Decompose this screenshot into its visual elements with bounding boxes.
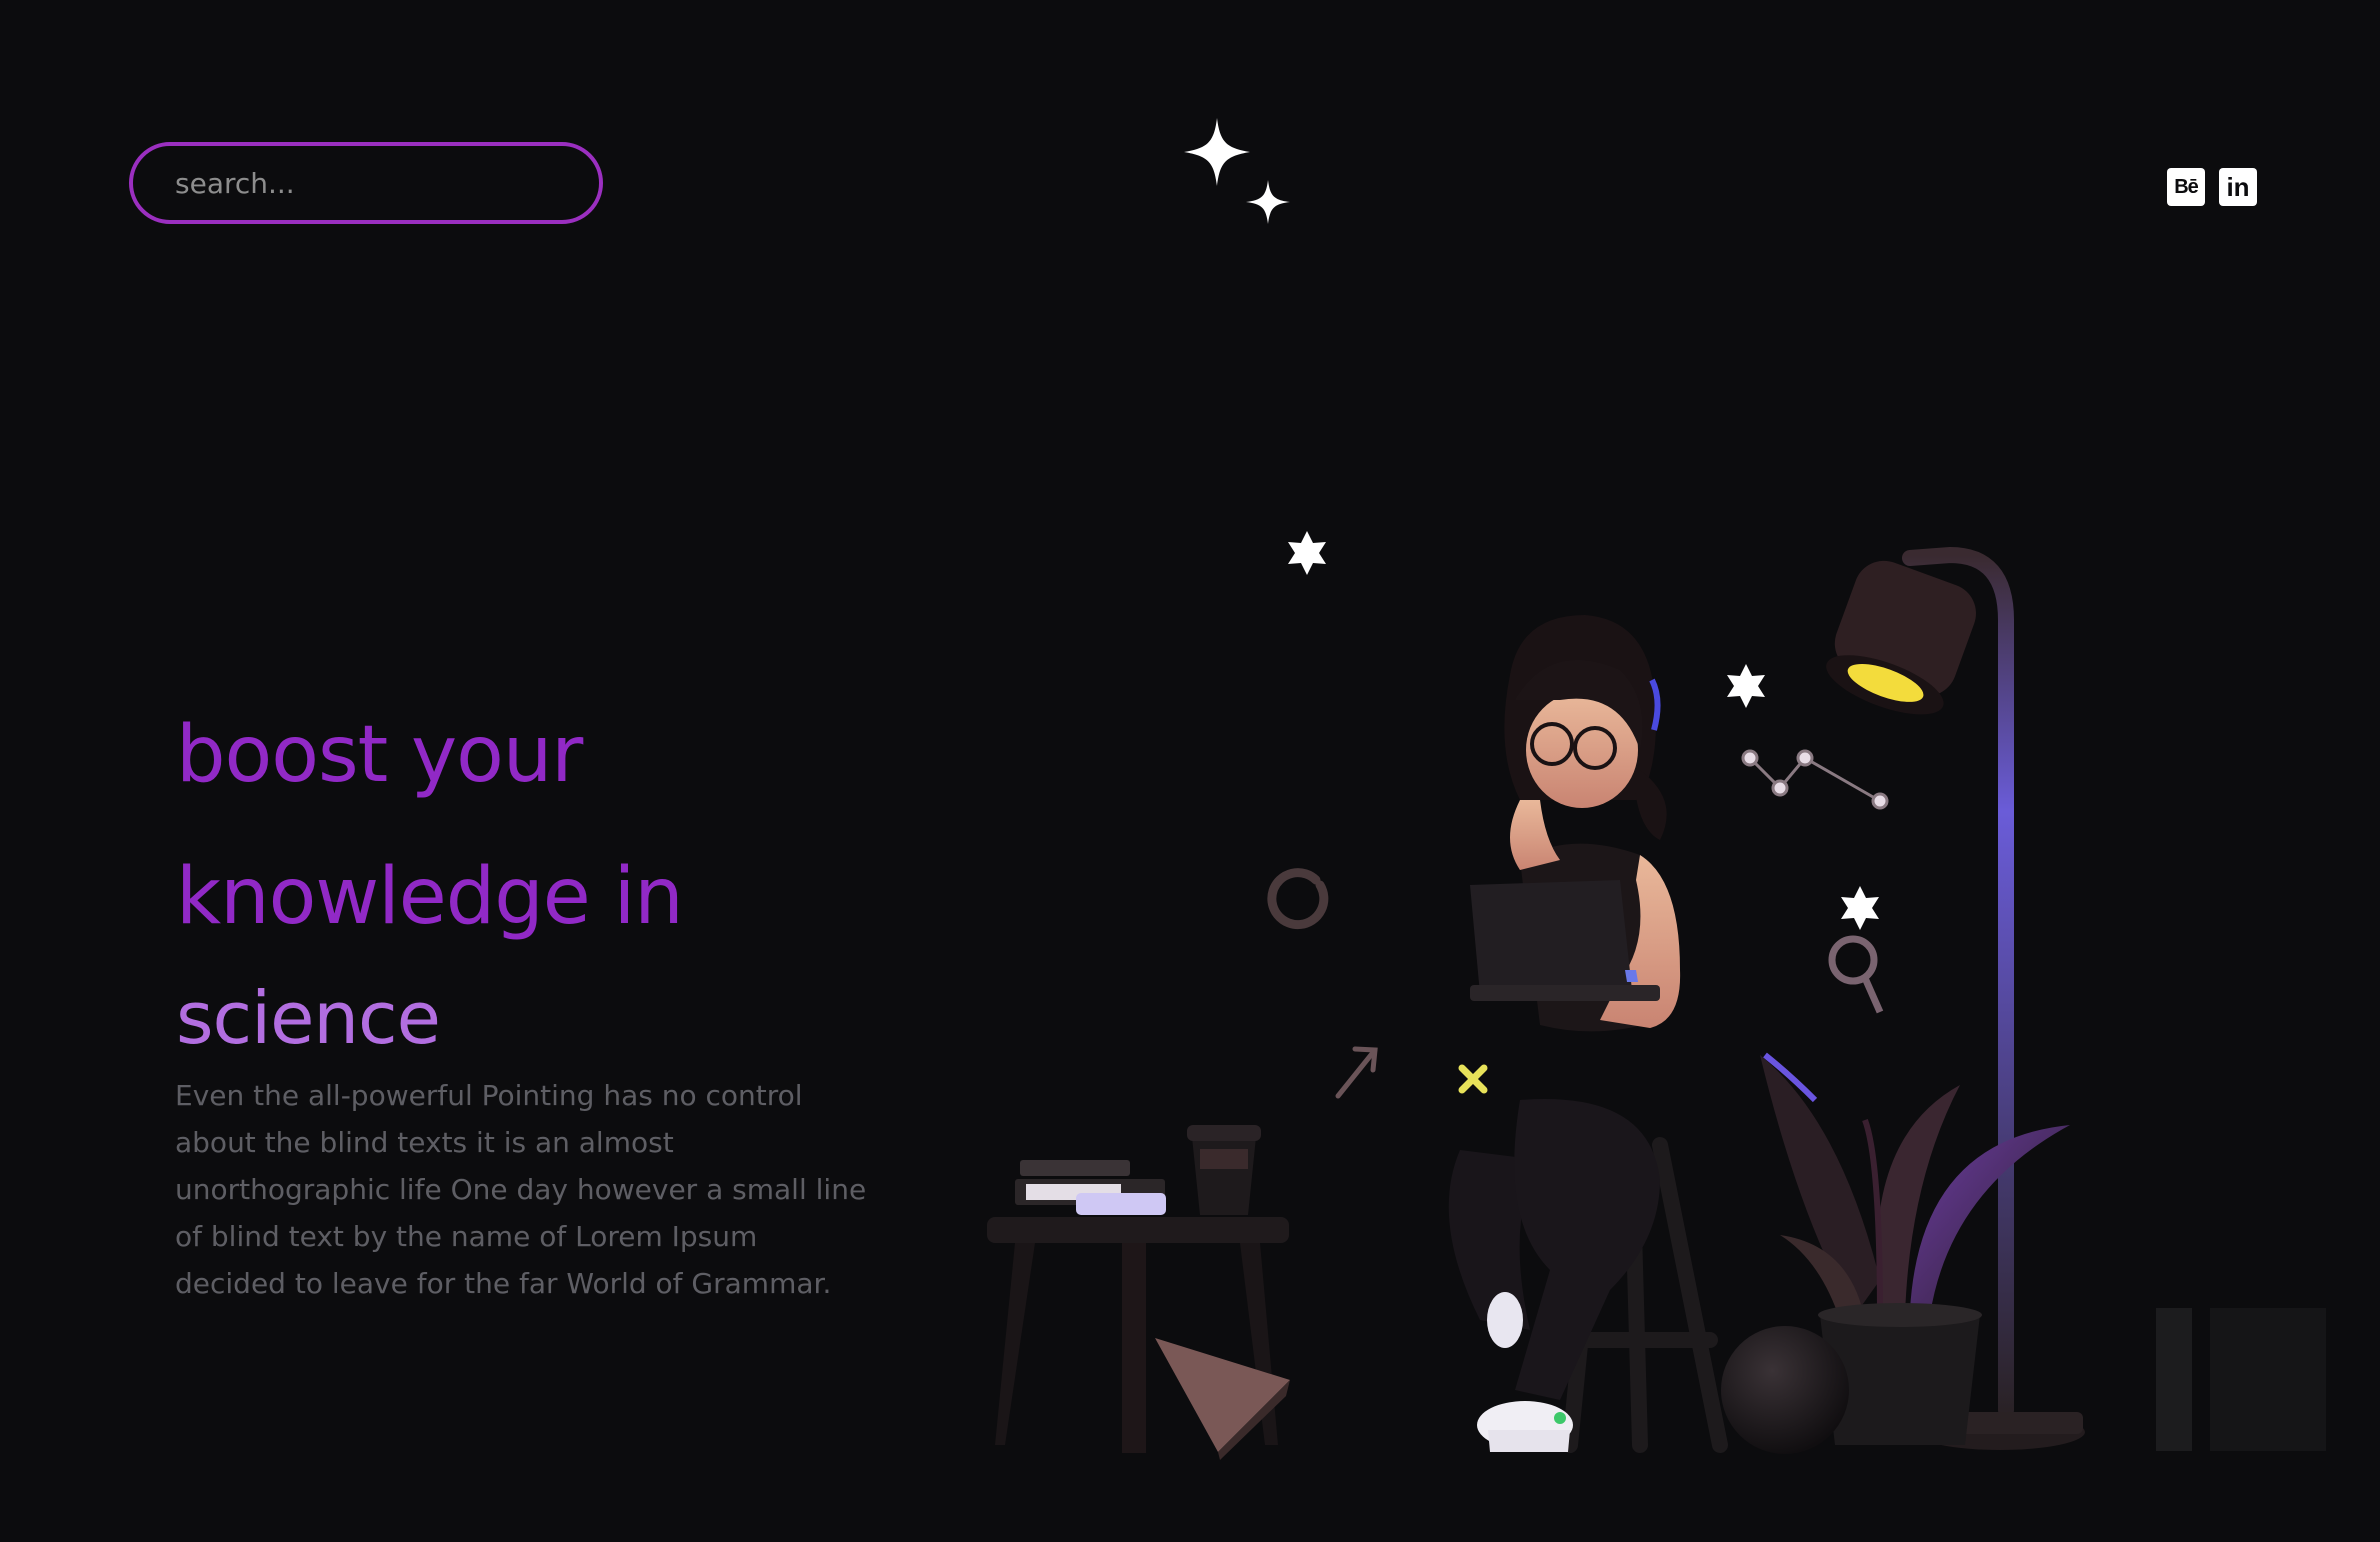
constellation-icon (1741, 749, 1889, 810)
sparkle-logo-icon[interactable] (1170, 112, 1300, 242)
star-icon (1288, 531, 1326, 575)
hero-title-line-1: boost your (176, 710, 583, 800)
social-links: Bē in (2167, 168, 2257, 206)
hero-illustration (987, 531, 2326, 1460)
magnifier-icon (1828, 935, 1884, 1014)
hero-title-line-2: knowledge in (176, 852, 684, 942)
search-box[interactable] (129, 142, 603, 224)
book-stack (1015, 1160, 1166, 1215)
close-icon (1458, 1064, 1488, 1094)
star-icon (1727, 664, 1765, 708)
behance-icon[interactable]: Bē (2167, 168, 2205, 206)
decor-block (2156, 1308, 2192, 1451)
hero-title-line-3: science (176, 976, 441, 1060)
decor-sphere (1721, 1326, 1849, 1454)
coffee-cup (1187, 1125, 1261, 1215)
linkedin-icon[interactable]: in (2219, 168, 2257, 206)
ring-icon (1267, 868, 1329, 930)
arrow-icon (1335, 1046, 1378, 1099)
search-input[interactable] (175, 146, 599, 220)
hero-paragraph: Even the all-powerful Pointing has no co… (175, 1079, 867, 1300)
decor-block (2210, 1308, 2326, 1451)
hero-title: boost your knowledge in science (176, 684, 684, 1066)
character-girl (1448, 615, 1681, 1452)
star-icon (1841, 886, 1879, 930)
floor-lamp (1826, 546, 2085, 1450)
